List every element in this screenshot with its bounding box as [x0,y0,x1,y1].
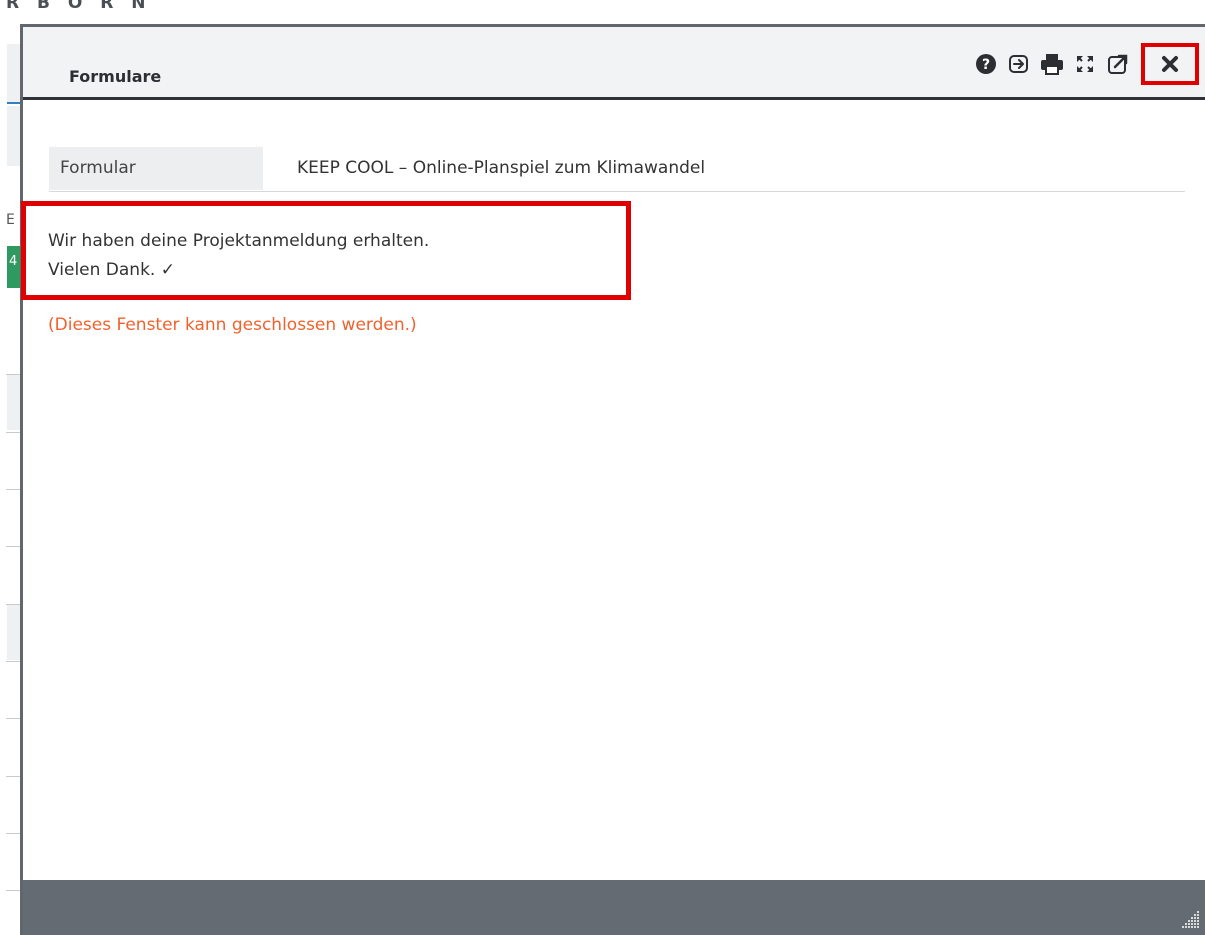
dialog-header: Formulare ? [23,27,1205,100]
forms-dialog: Formulare ? Formular KEEP COOL – Online-… [20,24,1205,935]
background-green-tile-text: 4 [9,254,18,269]
dialog-toolbar: ? [968,43,1199,85]
popout-icon[interactable] [1103,49,1133,79]
confirmation-line-2: Vielen Dank. ✓ [48,260,175,280]
dialog-title: Formulare [69,67,162,86]
background-label: E [6,212,15,228]
svg-text:?: ? [982,57,990,73]
help-icon[interactable]: ? [971,49,1001,79]
resize-grip-icon[interactable] [1179,909,1201,931]
confirmation-line-1: Wir haben deine Projektanmeldung erhalte… [48,231,430,251]
close-hint-text: (Dieses Fenster kann geschlossen werden.… [48,315,417,335]
print-icon[interactable] [1037,49,1067,79]
close-button[interactable] [1141,43,1199,85]
confirmation-message: Wir haben deine Projektanmeldung erhalte… [48,227,429,285]
form-row: Formular KEEP COOL – Online-Planspiel zu… [49,147,1185,192]
form-label: Formular [49,147,263,190]
fullscreen-icon[interactable] [1070,49,1100,79]
background-brand-text: R B O R N [6,0,152,13]
export-icon[interactable] [1004,49,1034,79]
form-value: KEEP COOL – Online-Planspiel zum Klimawa… [297,158,706,178]
close-icon [1162,56,1178,72]
dialog-footer [23,880,1205,935]
